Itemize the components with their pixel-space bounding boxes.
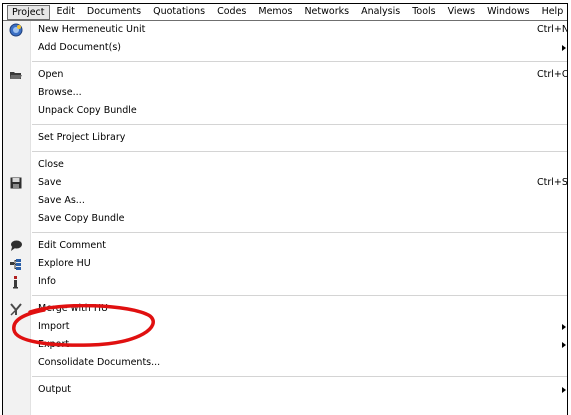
- menu-item-label: Close: [38, 159, 64, 170]
- menu-item-label: Browse...: [38, 87, 82, 98]
- menu-item-save-copy-bundle[interactable]: Save Copy Bundle: [3, 210, 567, 228]
- submenu-arrow-icon: [562, 342, 566, 348]
- menu-edit[interactable]: Edit: [51, 4, 81, 20]
- menu-item-merge-with-hu[interactable]: Merge with HU: [3, 300, 567, 318]
- menu-items: New Hermeneutic Unit Ctrl+N Add Document…: [3, 21, 568, 399]
- menu-item-explore-hu[interactable]: Explore HU: [3, 255, 567, 273]
- menu-item-label: Unpack Copy Bundle: [38, 105, 137, 116]
- menu-item-open[interactable]: Open Ctrl+O: [3, 66, 568, 84]
- project-menu-dropdown: New Hermeneutic Unit Ctrl+N Add Document…: [3, 20, 568, 415]
- tree-explorer-icon: [9, 257, 23, 271]
- menu-item-label: Set Project Library: [38, 132, 126, 143]
- open-folder-icon: [9, 68, 23, 82]
- menu-item-label: Export: [38, 339, 70, 350]
- submenu-arrow-icon: [562, 45, 566, 51]
- menu-item-label: Add Document(s): [38, 42, 121, 53]
- new-unit-icon: [9, 23, 23, 37]
- menu-item-label: Save Copy Bundle: [38, 213, 125, 224]
- menu-views[interactable]: Views: [442, 4, 482, 20]
- menu-networks[interactable]: Networks: [298, 4, 355, 20]
- submenu-arrow-icon: [562, 387, 566, 393]
- menu-item-shortcut: Ctrl+S: [537, 177, 568, 188]
- menu-separator: [3, 291, 567, 300]
- merge-icon: [9, 302, 23, 316]
- floppy-disk-icon: [9, 176, 23, 190]
- menu-windows[interactable]: Windows: [481, 4, 535, 20]
- menu-item-set-project-library[interactable]: Set Project Library: [3, 129, 567, 147]
- menu-item-save[interactable]: Save Ctrl+S: [3, 174, 568, 192]
- menu-item-new-hermeneutic-unit[interactable]: New Hermeneutic Unit Ctrl+N: [3, 21, 568, 39]
- menu-item-label: Save: [38, 177, 62, 188]
- menu-item-shortcut: Ctrl+O: [537, 69, 568, 80]
- menu-item-label: Merge with HU: [38, 303, 108, 314]
- menu-separator: [3, 228, 567, 237]
- menu-item-label: Output: [38, 384, 71, 395]
- menu-item-export[interactable]: Export: [3, 336, 567, 354]
- speech-bubble-icon: [9, 239, 23, 253]
- menu-project[interactable]: Project: [7, 4, 50, 20]
- menu-separator: [3, 372, 567, 381]
- menu-separator: [3, 120, 567, 129]
- menu-item-close[interactable]: Close: [3, 156, 567, 174]
- menu-item-info[interactable]: Info: [3, 273, 567, 291]
- menu-item-label: Import: [38, 321, 70, 332]
- menu-help[interactable]: Help: [536, 4, 567, 20]
- menu-item-label: New Hermeneutic Unit: [38, 24, 146, 35]
- menu-item-label: Consolidate Documents...: [38, 357, 161, 368]
- menu-separator: [3, 147, 567, 156]
- menu-tools[interactable]: Tools: [406, 4, 441, 20]
- menu-quotations[interactable]: Quotations: [147, 4, 211, 20]
- menu-memos[interactable]: Memos: [252, 4, 298, 20]
- menu-analysis[interactable]: Analysis: [355, 4, 406, 20]
- menu-separator: [3, 57, 567, 66]
- menu-item-output[interactable]: Output: [3, 381, 567, 399]
- menu-item-label: Edit Comment: [38, 240, 106, 251]
- menu-documents[interactable]: Documents: [81, 4, 147, 20]
- menu-item-add-documents[interactable]: Add Document(s): [3, 39, 567, 57]
- menu-item-label: Explore HU: [38, 258, 91, 269]
- menu-item-import[interactable]: Import: [3, 318, 567, 336]
- submenu-arrow-icon: [562, 324, 566, 330]
- menu-bar: Project Edit Documents Quotations Codes …: [3, 4, 567, 20]
- menu-item-label: Save As...: [38, 195, 85, 206]
- menu-item-label: Info: [38, 276, 56, 287]
- menu-item-consolidate-documents[interactable]: Consolidate Documents...: [3, 354, 567, 372]
- menu-item-unpack-copy-bundle[interactable]: Unpack Copy Bundle: [3, 102, 567, 120]
- menu-item-browse[interactable]: Browse...: [3, 84, 567, 102]
- menu-item-label: Open: [38, 69, 64, 80]
- application-window: Project Edit Documents Quotations Codes …: [2, 3, 568, 415]
- menu-item-edit-comment[interactable]: Edit Comment: [3, 237, 567, 255]
- menu-item-shortcut: Ctrl+N: [537, 24, 568, 35]
- info-icon: [9, 275, 23, 289]
- menu-item-save-as[interactable]: Save As...: [3, 192, 567, 210]
- menu-codes[interactable]: Codes: [211, 4, 252, 20]
